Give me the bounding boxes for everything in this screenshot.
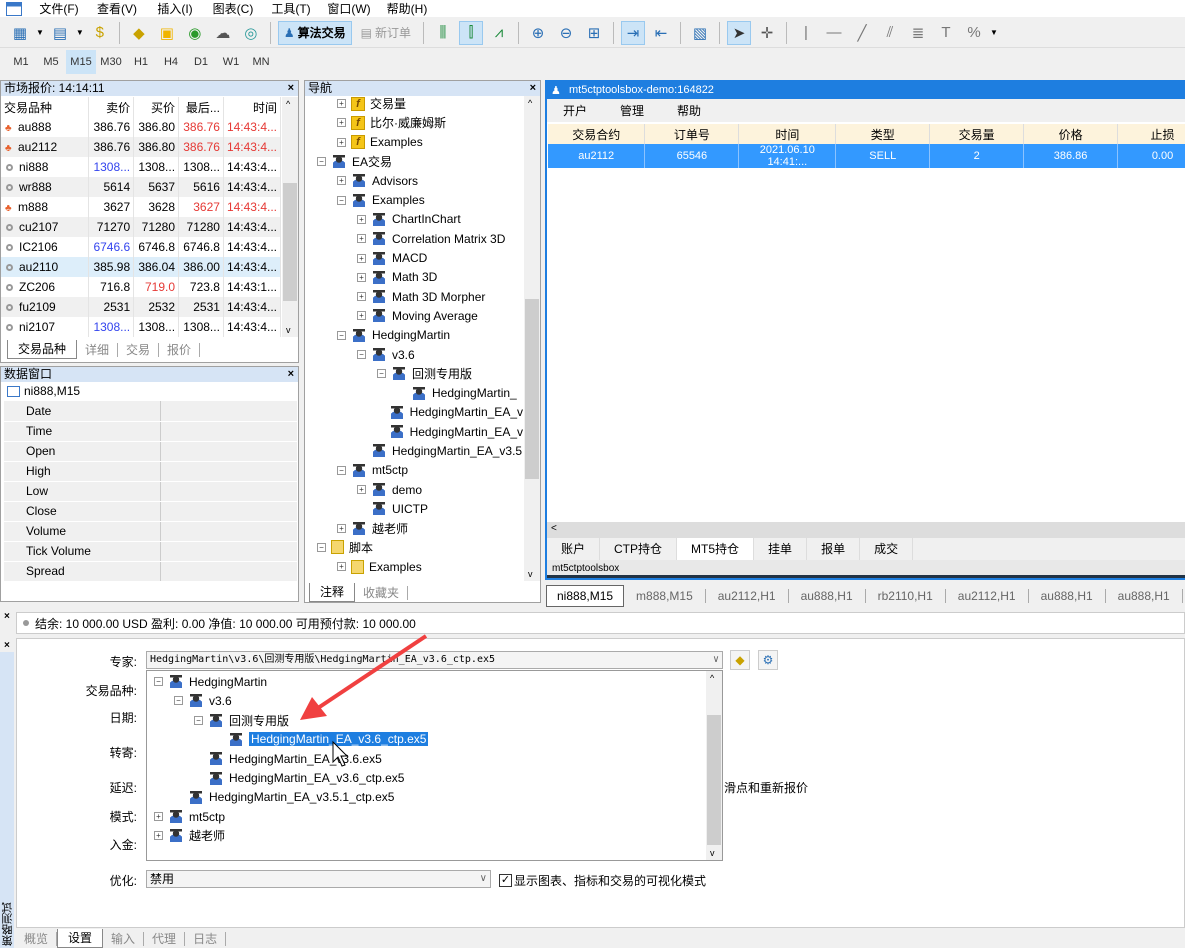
red-arrow-annotation [300,634,428,767]
mouse-cursor-icon [332,740,349,767]
